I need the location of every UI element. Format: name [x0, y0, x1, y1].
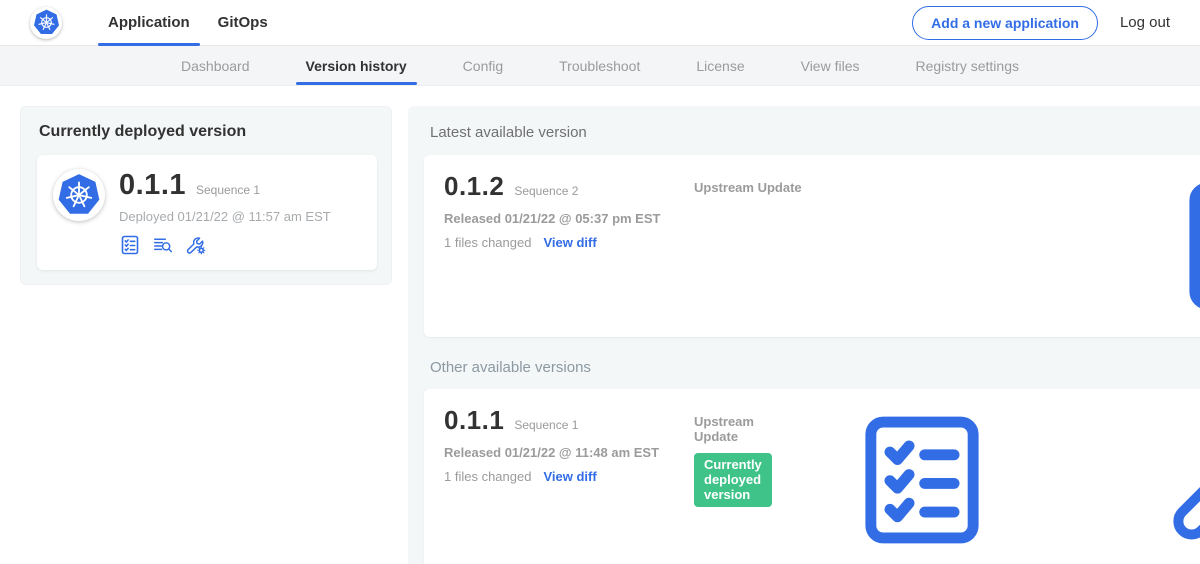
release-notes-icon[interactable]: [772, 405, 1072, 555]
tab-application-label: Application: [108, 14, 190, 31]
currently-deployed-badge: Currently deployed version: [694, 453, 772, 507]
deployed-info: 0.1.1 Sequence 1 Deployed 01/21/22 @ 11:…: [119, 169, 331, 256]
subnav-config[interactable]: Config: [435, 46, 531, 85]
subnav-view-files[interactable]: View files: [773, 46, 888, 85]
deployed-timestamp: Deployed 01/21/22 @ 11:57 am EST: [119, 209, 331, 224]
version-actions: Redeploy: [772, 405, 1200, 555]
files-changed-label: 1 files changed: [444, 235, 531, 250]
main-content: Currently deployed version 0.1.1 Sequenc…: [0, 86, 1200, 564]
version-info: 0.1.2 Sequence 2 Released 01/21/22 @ 05:…: [444, 171, 694, 250]
header-tabs: Application GitOps: [94, 0, 282, 45]
add-new-application-button[interactable]: Add a new application: [912, 6, 1098, 40]
subnav-troubleshoot[interactable]: Troubleshoot: [531, 46, 668, 85]
version-number: 0.1.1: [444, 405, 504, 436]
tab-gitops-label: GitOps: [218, 14, 268, 31]
files-changed-label: 1 files changed: [444, 469, 531, 484]
released-timestamp: Released 01/21/22 @ 11:48 am EST: [444, 445, 694, 460]
version-source: Upstream Update Currently deployed versi…: [694, 405, 772, 507]
app-logo: [53, 169, 105, 221]
deployed-version-card: 0.1.1 Sequence 1 Deployed 01/21/22 @ 11:…: [37, 155, 377, 270]
subnav-registry-settings[interactable]: Registry settings: [888, 46, 1047, 85]
sequence-label: Sequence 1: [514, 418, 578, 432]
deployed-action-icons: [119, 234, 331, 256]
version-history-panel: Latest available version Check for updat…: [408, 106, 1200, 564]
view-diff-link[interactable]: View diff: [543, 235, 596, 250]
subnav-version-history[interactable]: Version history: [278, 46, 435, 85]
source-label: Upstream Update: [694, 414, 772, 444]
header-right: Add a new application Log out: [912, 6, 1170, 40]
app-header: Application GitOps Add a new application…: [0, 0, 1200, 46]
version-source: Upstream Update: [694, 171, 1096, 195]
app-subnav: Dashboard Version history Config Trouble…: [0, 46, 1200, 86]
kubernetes-logo: [30, 7, 62, 39]
edit-config-icon[interactable]: [185, 234, 207, 256]
version-number: 0.1.2: [444, 171, 504, 202]
release-notes-icon[interactable]: [1096, 171, 1200, 321]
currently-deployed-title: Currently deployed version: [39, 123, 377, 141]
version-info: 0.1.1 Sequence 1 Released 01/21/22 @ 11:…: [444, 405, 694, 484]
tab-gitops[interactable]: GitOps: [204, 0, 282, 45]
latest-available-heading: Latest available version: [430, 124, 587, 141]
panel-header: Latest available version Check for updat…: [424, 122, 1200, 155]
other-available-heading: Other available versions: [430, 359, 1200, 376]
deploy-logs-icon[interactable]: [152, 234, 174, 256]
release-notes-icon[interactable]: [119, 234, 141, 256]
source-label: Upstream Update: [694, 180, 1096, 195]
version-actions: Deploy: [1096, 171, 1200, 321]
view-diff-link[interactable]: View diff: [543, 469, 596, 484]
edit-config-icon[interactable]: [1086, 405, 1200, 555]
tab-application[interactable]: Application: [94, 0, 204, 45]
logout-link[interactable]: Log out: [1120, 14, 1170, 31]
version-row-0-1-1: 0.1.1 Sequence 1 Released 01/21/22 @ 11:…: [424, 389, 1200, 564]
released-timestamp: Released 01/21/22 @ 05:37 pm EST: [444, 211, 694, 226]
subnav-license[interactable]: License: [668, 46, 772, 85]
currently-deployed-card: Currently deployed version 0.1.1 Sequenc…: [20, 106, 392, 285]
subnav-dashboard[interactable]: Dashboard: [153, 46, 278, 85]
deployed-sequence-label: Sequence 1: [196, 183, 260, 197]
version-row-0-1-2: 0.1.2 Sequence 2 Released 01/21/22 @ 05:…: [424, 155, 1200, 337]
sequence-label: Sequence 2: [514, 184, 578, 198]
deployed-version-number: 0.1.1: [119, 169, 186, 202]
